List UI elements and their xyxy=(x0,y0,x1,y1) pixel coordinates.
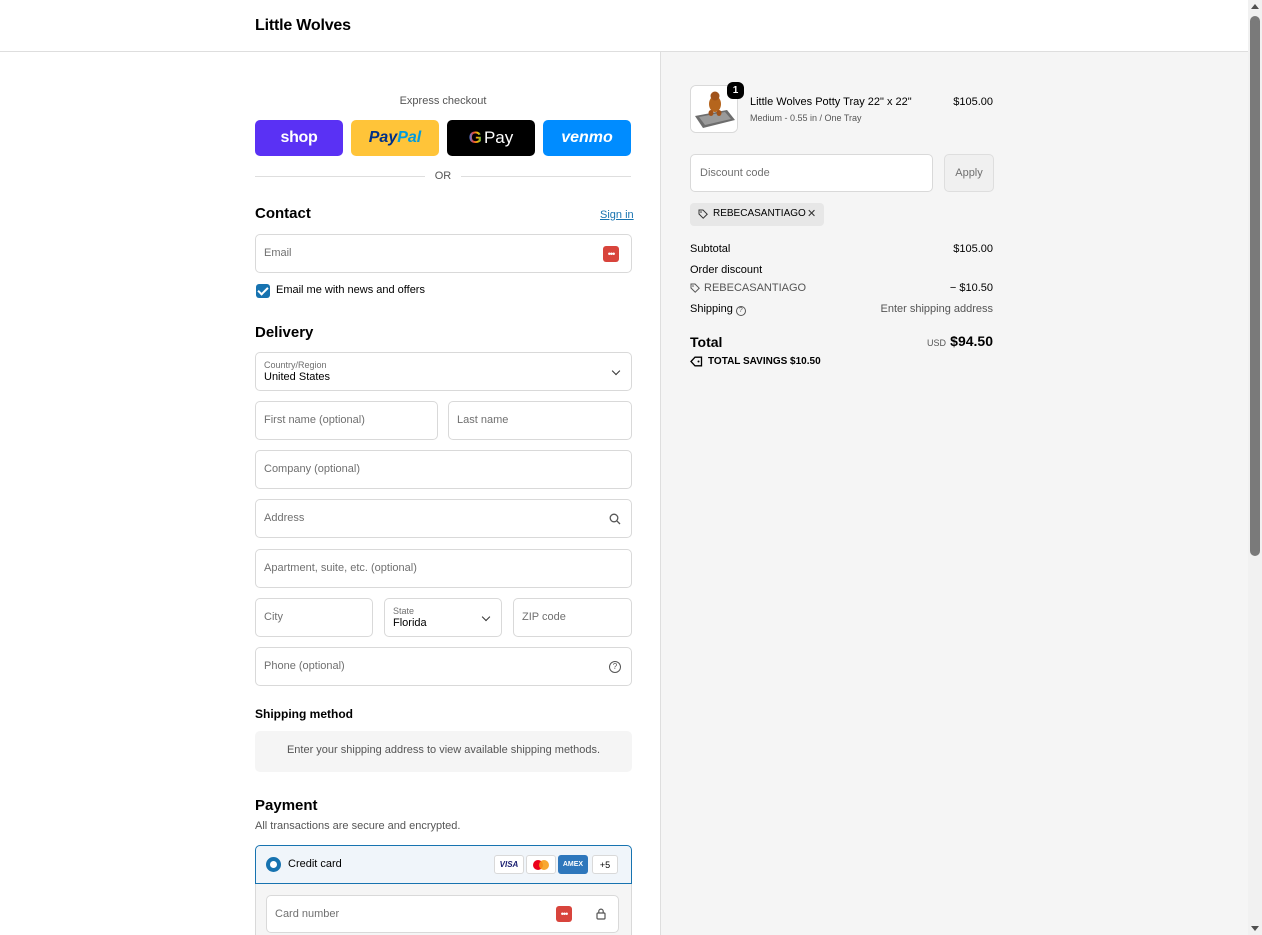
more-cards-badge: +5 xyxy=(592,855,618,874)
card-number-field[interactable]: Card number ••• xyxy=(266,895,619,933)
quantity-badge: 1 xyxy=(727,82,744,99)
address-field[interactable]: Address xyxy=(255,499,632,538)
scrollbar-thumb[interactable] xyxy=(1250,16,1260,556)
express-checkout-label: Express checkout xyxy=(399,95,487,107)
tag-icon xyxy=(690,356,703,367)
discount-code-field[interactable]: Discount code xyxy=(690,154,933,192)
google-pay-button[interactable]: G Pay xyxy=(447,120,535,156)
venmo-button[interactable]: venmo xyxy=(543,120,631,156)
or-divider: OR xyxy=(255,170,631,182)
help-icon[interactable]: ? xyxy=(735,306,746,316)
credit-card-option[interactable]: Credit card VISA AMEX +5 xyxy=(255,845,632,884)
subtotal-label: Subtotal xyxy=(690,243,731,255)
payment-subtitle: All transactions are secure and encrypte… xyxy=(255,820,461,832)
state-select[interactable]: State Florida xyxy=(384,598,502,637)
company-placeholder: Company (optional) xyxy=(264,463,360,475)
total-savings: TOTAL SAVINGS $10.50 xyxy=(708,356,821,367)
newsletter-checkbox[interactable] xyxy=(256,284,270,298)
state-value: Florida xyxy=(393,617,427,629)
contact-title: Contact xyxy=(255,205,311,222)
tag-icon xyxy=(698,209,708,219)
header: Little Wolves xyxy=(0,0,1248,52)
first-name-placeholder: First name (optional) xyxy=(264,414,365,426)
credit-card-label: Credit card xyxy=(288,858,342,870)
page-scrollbar[interactable] xyxy=(1248,0,1262,935)
address-placeholder: Address xyxy=(264,512,305,524)
apply-button[interactable]: Apply xyxy=(944,154,994,192)
chevron-down-icon xyxy=(481,612,491,622)
email-field[interactable]: Email ••• xyxy=(255,234,632,273)
product-name: Little Wolves Potty Tray 22" x 22" xyxy=(750,96,912,108)
scroll-up-arrow-icon[interactable] xyxy=(1251,4,1259,9)
chevron-down-icon xyxy=(611,366,621,376)
country-label: Country/Region xyxy=(264,360,327,370)
tag-icon xyxy=(690,283,700,293)
product-price: $105.00 xyxy=(953,96,993,108)
country-select[interactable]: Country/Region United States xyxy=(255,352,632,391)
last-name-field[interactable]: Last name xyxy=(448,401,632,440)
phone-field[interactable]: Phone (optional) ? xyxy=(255,647,632,686)
shop-pay-button[interactable]: shop xyxy=(255,120,343,156)
scroll-down-arrow-icon[interactable] xyxy=(1251,926,1259,931)
store-brand[interactable]: Little Wolves xyxy=(255,17,351,35)
card-number-placeholder: Card number xyxy=(275,908,340,920)
city-placeholder: City xyxy=(264,611,283,623)
paypal-button[interactable]: Pay Pal xyxy=(351,120,439,156)
applied-discount-code: REBECASANTIAGO xyxy=(713,208,806,219)
shipping-label: Shipping xyxy=(690,303,733,315)
paypal-label-a: Pay xyxy=(368,129,398,146)
total-label: Total xyxy=(690,334,723,350)
country-value: United States xyxy=(264,371,331,383)
password-manager-icon[interactable]: ••• xyxy=(556,906,572,922)
amex-icon: AMEX xyxy=(558,855,588,874)
total-value: $94.50 xyxy=(950,333,993,349)
remove-discount-icon[interactable]: ✕ xyxy=(807,207,816,220)
shipping-row-label: Shipping? xyxy=(690,303,746,316)
visa-icon: VISA xyxy=(494,855,524,874)
shipping-method-title: Shipping method xyxy=(255,707,353,721)
shipping-method-notice: Enter your shipping address to view avai… xyxy=(255,731,632,772)
first-name-field[interactable]: First name (optional) xyxy=(255,401,438,440)
sign-in-link[interactable]: Sign in xyxy=(600,209,634,221)
credit-card-radio[interactable] xyxy=(266,857,281,872)
company-field[interactable]: Company (optional) xyxy=(255,450,632,489)
state-label: State xyxy=(393,606,415,616)
email-placeholder: Email xyxy=(264,247,292,259)
order-discount-code: REBECASANTIAGO xyxy=(704,282,807,294)
mastercard-icon xyxy=(526,855,556,874)
shipping-value: Enter shipping address xyxy=(880,303,993,315)
venmo-label: venmo xyxy=(561,129,613,146)
discount-placeholder: Discount code xyxy=(700,167,770,179)
help-icon[interactable]: ? xyxy=(609,661,621,673)
total-currency: USD xyxy=(927,338,947,348)
payment-title: Payment xyxy=(255,797,318,814)
apartment-field[interactable]: Apartment, suite, etc. (optional) xyxy=(255,549,632,588)
lock-icon xyxy=(596,908,606,920)
search-icon xyxy=(609,513,621,525)
applied-discount-chip: REBECASANTIAGO ✕ xyxy=(690,203,824,226)
delivery-title: Delivery xyxy=(255,324,314,341)
google-g-icon: G xyxy=(468,128,482,147)
google-pay-label: Pay xyxy=(483,128,514,147)
zip-placeholder: ZIP code xyxy=(522,611,566,623)
order-discount-label: Order discount xyxy=(690,264,763,276)
city-field[interactable]: City xyxy=(255,598,373,637)
phone-placeholder: Phone (optional) xyxy=(264,660,345,672)
last-name-placeholder: Last name xyxy=(457,414,509,426)
subtotal-value: $105.00 xyxy=(953,243,993,255)
apartment-placeholder: Apartment, suite, etc. (optional) xyxy=(264,562,417,574)
password-manager-icon[interactable]: ••• xyxy=(603,246,619,262)
product-variant: Medium - 0.55 in / One Tray xyxy=(750,113,862,123)
paypal-label-b: Pal xyxy=(397,129,422,146)
shop-pay-label: shop xyxy=(280,129,318,146)
zip-field[interactable]: ZIP code xyxy=(513,598,632,637)
newsletter-label: Email me with news and offers xyxy=(276,284,425,296)
order-discount-value: − $10.50 xyxy=(949,282,993,294)
